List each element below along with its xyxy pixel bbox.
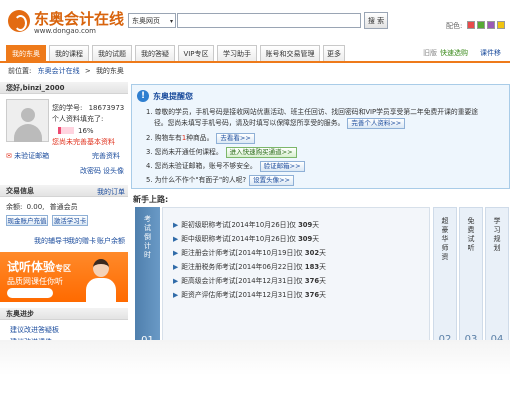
search-button[interactable]: 搜 索: [364, 12, 388, 29]
complete-profile-button[interactable]: 完善个人资料>>: [347, 117, 406, 129]
balance-row: 余额: 0.00, 普通会员: [6, 202, 78, 212]
tab-my-questions[interactable]: 我的试题: [92, 45, 132, 61]
newbie-road: 考试倒计时 01 ▶距初级职称考试[2014年10月26日]仅 309天 ▶距中…: [135, 207, 510, 350]
exam-row[interactable]: ▶ 距中级职称考试[2014年10月26日]仅 309天: [173, 233, 319, 243]
quick-select-link[interactable]: 快速选购: [440, 48, 468, 58]
profile-percent: 16%: [78, 127, 94, 135]
member-level: 普通会员: [49, 203, 78, 211]
tab-my-courses[interactable]: 我的课程: [49, 45, 89, 61]
breadcrumb-sep: >: [84, 67, 91, 75]
notice-item-2: 2. 购物车有1种商品。 去看看>>: [146, 132, 255, 144]
notice-item-4: 4. 您尚未验证邮箱，账号不够安全。 验证邮箱>>: [146, 160, 305, 172]
email-unverified-text[interactable]: 未验证邮箱: [14, 152, 49, 160]
skin-swatch-red[interactable]: [467, 21, 475, 29]
info-icon: !: [137, 90, 149, 102]
tab-my-answers[interactable]: 我的答疑: [135, 45, 175, 61]
logo[interactable]: 东奥会计在线 www.dongao.com: [8, 8, 124, 38]
exam-row[interactable]: ▶ 距注册会计师考试[2014年10月19日]仅 302天: [173, 247, 326, 257]
exam-row[interactable]: ▶ 距初级职称考试[2014年10月26日]仅 309天: [173, 219, 319, 229]
search-scope-value: 东奥网页: [132, 17, 160, 25]
student-id-label: 您的学号:: [52, 104, 83, 112]
study-plan-label: 学习规划: [493, 217, 501, 252]
verify-email-button[interactable]: 验证邮箱>>: [259, 160, 305, 172]
profile-label: 个人资料填充了:: [52, 115, 104, 123]
email-unverified-link[interactable]: ✉ 未验证邮箱: [6, 151, 49, 161]
my-orders-link[interactable]: 我的订单: [97, 187, 125, 197]
email-warning-icon: ✉: [6, 152, 12, 160]
newbie-road-title: 新手上路:: [133, 195, 169, 204]
progress-header: 东奥进步: [0, 308, 128, 320]
notice-item-1-cont: 径。您尚未填写手机号码，请及时填写以保障您所享受的服务。 完善个人资料>>: [154, 117, 406, 129]
teachers-label: 超豪华师资: [441, 217, 449, 261]
complete-profile-link[interactable]: 完善资料: [92, 151, 120, 161]
profile-progress-fill: [58, 127, 61, 134]
countdown-label: 考试倒计时: [144, 215, 151, 259]
search-scope-select[interactable]: 东奥网页 ▾: [128, 13, 176, 28]
set-avatar-button[interactable]: 设置头像>>: [249, 174, 295, 186]
skin-swatch-green[interactable]: [477, 21, 485, 29]
balance-label: 余额:: [6, 203, 23, 211]
student-id-value: 18673973: [88, 104, 125, 112]
avatar[interactable]: [6, 99, 49, 142]
logo-text: 东奥会计在线: [34, 10, 125, 28]
exam-countdown-list: ▶ 距初级职称考试[2014年10月26日]仅 309天 ▶ 距中级职称考试[201…: [162, 207, 430, 350]
bottom-fade: [0, 340, 510, 399]
promo-subtitle: 品质网课任你听: [7, 277, 63, 286]
study-plan-column[interactable]: 学习规划 04: [485, 207, 509, 350]
tab-vip[interactable]: VIP专区: [178, 45, 214, 61]
set-avatar-link[interactable]: 设头像: [103, 166, 124, 176]
promo-person-image: [86, 256, 116, 302]
exam-row[interactable]: ▶ 距注册税务师考试[2014年06月22日]仅 183天: [173, 261, 326, 271]
search-input[interactable]: [177, 13, 361, 28]
breadcrumb-prefix: 前位置:: [8, 67, 32, 75]
countdown-panel: 考试倒计时 01: [135, 207, 160, 350]
logo-mark-icon: [8, 10, 30, 32]
view-cart-button[interactable]: 去看看>>: [216, 132, 255, 144]
tab-study-helper[interactable]: 学习助手: [217, 45, 257, 61]
tab-account[interactable]: 账号和交易管理: [260, 45, 320, 61]
skin-swatch-purple[interactable]: [487, 21, 495, 29]
page-frame: 东奥会计在线 www.dongao.com 东奥网页 ▾ 搜 索 配色: 我的东…: [0, 0, 510, 360]
promo-title: 试听体验专区: [7, 260, 72, 274]
skin-swatch-yellow[interactable]: [497, 21, 505, 29]
promo-button[interactable]: [7, 288, 53, 298]
trial-promo-banner[interactable]: 试听体验专区 品质网课任你听: [0, 252, 128, 302]
teachers-column[interactable]: 超豪华师资 02: [433, 207, 457, 350]
user-greeting: 您好,binzi_2000: [0, 82, 128, 94]
notice-item-3: 3. 您尚未开通任何课程。 进入快速购买通道>>: [146, 146, 297, 158]
tab-my-dongao[interactable]: 我的东奥: [6, 45, 46, 61]
profile-progress-bar: [58, 127, 74, 134]
tab-more[interactable]: 更多: [323, 45, 345, 61]
balance-value: 0.00,: [26, 203, 45, 211]
notice-title: 东奥提醒您: [153, 92, 193, 101]
change-password-link[interactable]: 改密码: [80, 166, 101, 176]
exam-row[interactable]: ▶ 距高级会计师考试[2014年12月31日]仅 376天: [173, 275, 326, 285]
breadcrumb: 前位置: 东奥会计在线 > 我的东奥: [8, 66, 124, 76]
skin-label: 配色:: [446, 22, 463, 30]
chevron-down-icon: ▾: [169, 18, 173, 25]
my-gift-card-link[interactable]: 我的赠卡: [68, 236, 96, 246]
notice-item-1: 1. 尊敬的学员，手机号码是接收网站优惠活动、班主任回访、找回密码和VIP学员享…: [146, 108, 479, 116]
student-id-row: 您的学号: 18673973: [52, 103, 124, 113]
breadcrumb-home[interactable]: 东奥会计在线: [38, 67, 80, 75]
my-books-link[interactable]: 我的辅导书: [34, 236, 69, 246]
free-trial-label: 免费试听: [467, 217, 475, 252]
profile-warning[interactable]: 您尚未完善基本资料: [52, 137, 115, 147]
logo-url: www.dongao.com: [34, 27, 96, 35]
notice-item-5: 5. 为什么不作个"有面子"的人呢? 设置头像>>: [146, 174, 295, 186]
free-trial-column[interactable]: 免费试听 03: [459, 207, 483, 350]
old-version-link[interactable]: 旧版: [423, 48, 437, 58]
activate-card-button[interactable]: 激活学习卡: [52, 215, 88, 226]
main-nav: 我的东奥 我的课程 我的试题 我的答疑 VIP专区 学习助手 账号和交易管理 更…: [0, 45, 510, 63]
notice-box: ! 东奥提醒您 1. 尊敬的学员，手机号码是接收网站优惠活动、班主任回访、找回密…: [131, 84, 510, 189]
quick-buy-button[interactable]: 进入快速购买通道>>: [225, 146, 297, 158]
exam-row[interactable]: ▶ 距资产评估师考试[2014年12月31日]仅 376天: [173, 289, 326, 299]
account-balance-link[interactable]: 账户余额: [97, 236, 125, 246]
left-sidebar: 您好,binzi_2000 您的学号: 18673973 个人资料填充了: 16…: [0, 82, 128, 360]
breadcrumb-current: 我的东奥: [95, 67, 124, 75]
cart-link[interactable]: 课件移: [480, 48, 501, 58]
recharge-button[interactable]: 现金账户充值: [6, 215, 48, 226]
improve-answers-link[interactable]: 建议改进答疑板: [10, 325, 59, 335]
